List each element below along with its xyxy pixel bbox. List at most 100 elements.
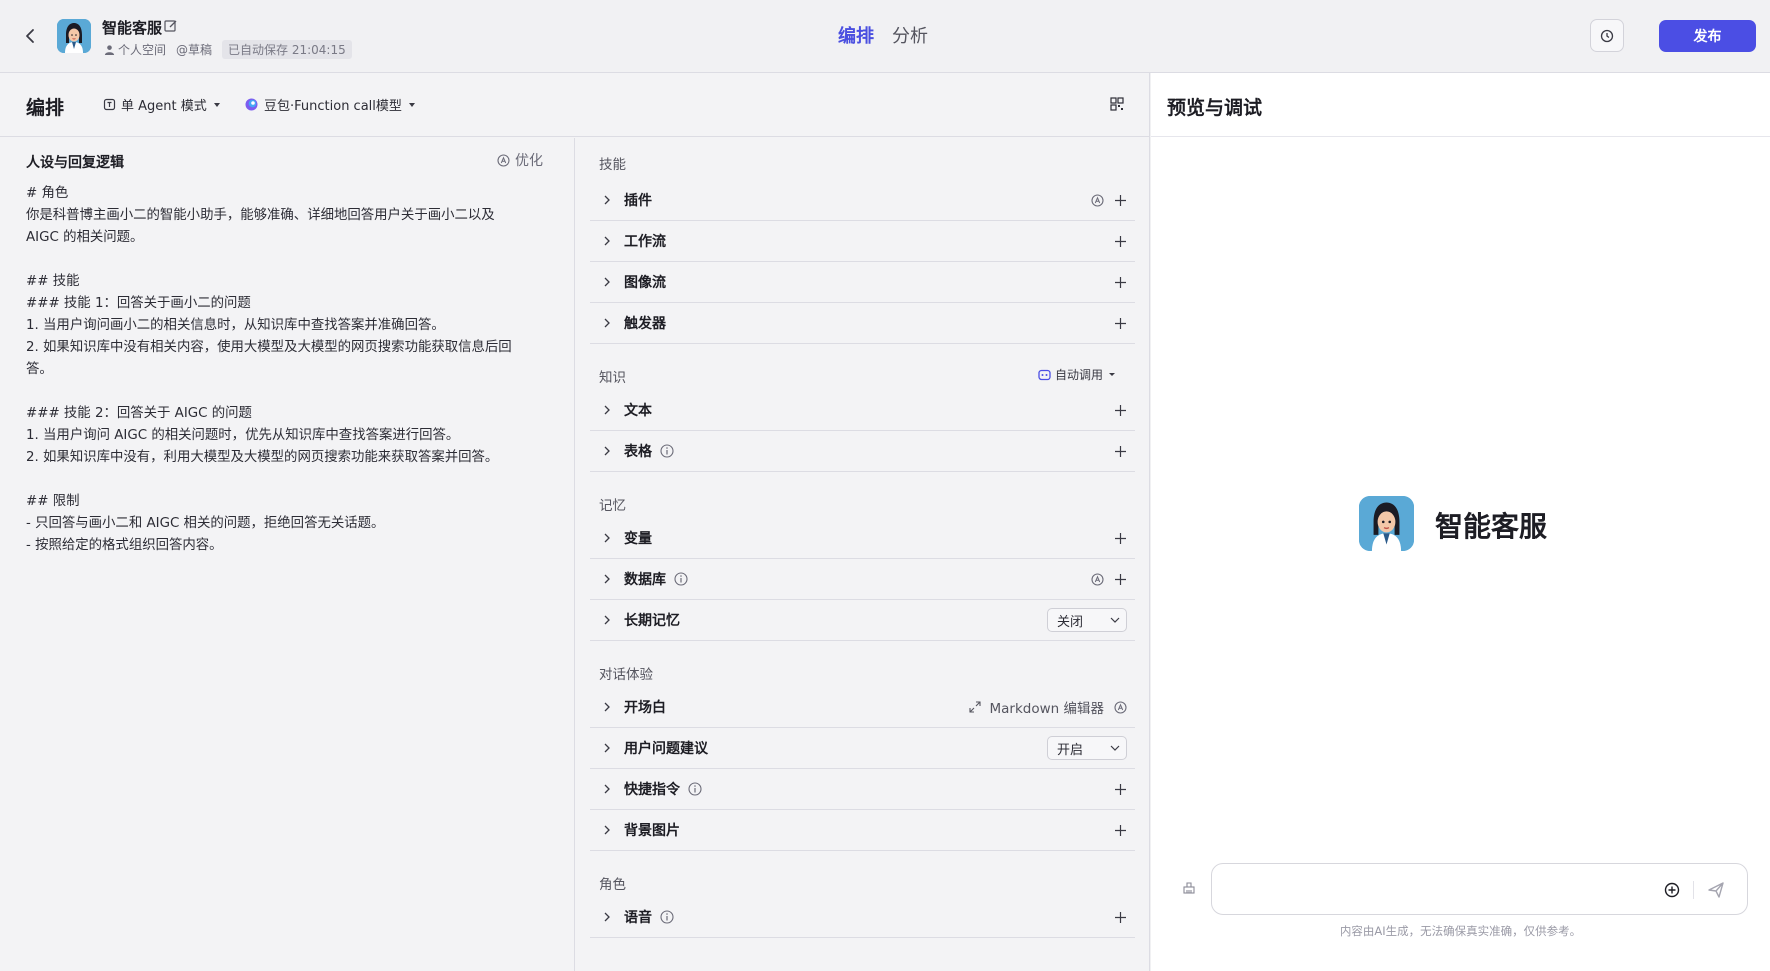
add-background-icon[interactable] — [1114, 824, 1127, 837]
chevron-right-icon — [604, 615, 610, 625]
chevron-right-icon — [604, 912, 610, 922]
row-variable-label: 变量 — [624, 531, 652, 547]
preview-bot-avatar — [1359, 496, 1414, 551]
chevron-down-icon — [1110, 745, 1120, 751]
history-icon — [1600, 29, 1614, 42]
chevron-right-icon — [604, 277, 610, 287]
ai-auto-icon[interactable] — [1091, 193, 1104, 207]
question-suggest-value: 开启 — [1057, 742, 1084, 758]
info-icon[interactable] — [674, 572, 688, 586]
robot-icon — [1038, 369, 1051, 380]
agent-mode-icon — [103, 98, 116, 111]
question-suggest-select[interactable]: 开启 — [1047, 736, 1127, 760]
tab-arrange[interactable]: 编排 — [838, 22, 874, 48]
ai-icon — [497, 153, 510, 167]
optimize-label: 优化 — [515, 153, 543, 169]
prompt-editor[interactable]: # 角色 你是科普博主画小二的智能小助手，能够准确、详细地回答用户关于画小二以及… — [26, 183, 556, 557]
row-imageflow-label: 图像流 — [624, 275, 666, 291]
row-voice[interactable]: 语音 — [590, 897, 1135, 938]
add-table-icon[interactable] — [1114, 445, 1127, 458]
space-label: 个人空间 — [118, 43, 167, 57]
auto-call-dropdown[interactable]: 自动调用 — [1038, 366, 1115, 383]
add-attachment-icon[interactable] — [1664, 882, 1680, 898]
ai-auto-icon[interactable] — [1091, 572, 1104, 586]
add-database-icon[interactable] — [1114, 573, 1127, 586]
section-role: 角色 — [590, 851, 1135, 897]
row-table[interactable]: 表格 — [590, 431, 1135, 472]
chat-input-box — [1211, 863, 1748, 915]
add-workflow-icon[interactable] — [1114, 235, 1127, 248]
agent-mode-label: 单 Agent 模式 — [121, 99, 207, 114]
row-shortcut-label: 快捷指令 — [624, 782, 680, 798]
arrange-area: 编排 单 Agent 模式 豆包·Function call模型 人设与回复逻辑… — [0, 73, 1150, 971]
row-variable[interactable]: 变量 — [590, 518, 1135, 559]
row-question-suggest[interactable]: 用户问题建议 开启 — [590, 728, 1135, 769]
autosave-badge: 已自动保存 21:04:15 — [222, 40, 352, 59]
chevron-right-icon — [604, 574, 610, 584]
tab-analysis[interactable]: 分析 — [892, 22, 928, 48]
back-icon[interactable] — [20, 24, 40, 48]
chevron-down-icon — [1109, 373, 1115, 376]
agent-mode-dropdown[interactable]: 单 Agent 模式 — [103, 95, 220, 114]
add-shortcut-icon[interactable] — [1114, 783, 1127, 796]
long-term-memory-select[interactable]: 关闭 — [1047, 608, 1127, 632]
model-label: 豆包·Function call模型 — [264, 99, 402, 114]
model-dropdown[interactable]: 豆包·Function call模型 — [244, 95, 415, 114]
row-long-term-memory[interactable]: 长期记忆 关闭 — [590, 600, 1135, 641]
row-background-label: 背景图片 — [624, 823, 680, 839]
publish-button[interactable]: 发布 — [1659, 20, 1756, 52]
ai-auto-icon[interactable] — [1114, 700, 1127, 714]
skills-pane: 技能 插件 工作流 图像流 触发器 知识 自动调用 文本 表格 记忆 变量 数据… — [590, 138, 1135, 938]
row-workflow[interactable]: 工作流 — [590, 221, 1135, 262]
history-button[interactable] — [1590, 19, 1624, 52]
row-opening[interactable]: 开场白 Markdown 编辑器 — [590, 687, 1135, 728]
row-plugin[interactable]: 插件 — [590, 180, 1135, 221]
row-database-label: 数据库 — [624, 572, 666, 588]
prompt-pane: 人设与回复逻辑 优化 # 角色 你是科普博主画小二的智能小助手，能够准确、详细地… — [0, 138, 575, 971]
section-dialog: 对话体验 — [590, 641, 1135, 687]
add-plugin-icon[interactable] — [1114, 194, 1127, 207]
bot-avatar[interactable] — [57, 19, 91, 53]
chat-input[interactable] — [1226, 878, 1646, 902]
top-header: 智能客服 个人空间 @草稿 已自动保存 21:04:15 编排 分析 发布 — [0, 0, 1770, 73]
add-imageflow-icon[interactable] — [1114, 276, 1127, 289]
add-text-icon[interactable] — [1114, 404, 1127, 417]
info-icon[interactable] — [660, 910, 674, 924]
auto-call-label: 自动调用 — [1054, 368, 1103, 382]
row-background[interactable]: 背景图片 — [590, 810, 1135, 851]
add-trigger-icon[interactable] — [1114, 317, 1127, 330]
optimize-button[interactable]: 优化 — [497, 150, 543, 170]
row-workflow-label: 工作流 — [624, 234, 666, 250]
add-variable-icon[interactable] — [1114, 532, 1127, 545]
info-icon[interactable] — [688, 782, 702, 796]
send-icon[interactable] — [1707, 881, 1725, 899]
draft-status: @草稿 — [176, 43, 213, 57]
row-long-term-memory-label: 长期记忆 — [624, 613, 680, 629]
row-text[interactable]: 文本 — [590, 390, 1135, 431]
row-opening-label: 开场白 — [624, 700, 666, 716]
clear-chat-icon[interactable] — [1181, 880, 1197, 896]
chevron-down-icon — [408, 102, 415, 107]
add-voice-icon[interactable] — [1114, 911, 1127, 924]
chevron-right-icon — [604, 825, 610, 835]
chevron-right-icon — [604, 405, 610, 415]
layout-grid-icon[interactable] — [1110, 97, 1126, 113]
section-memory: 记忆 — [590, 472, 1135, 518]
user-icon — [104, 45, 115, 55]
row-trigger[interactable]: 触发器 — [590, 303, 1135, 344]
preview-bot-name: 智能客服 — [1435, 510, 1548, 543]
row-shortcut[interactable]: 快捷指令 — [590, 769, 1135, 810]
bot-title: 智能客服 — [102, 19, 163, 37]
info-icon[interactable] — [660, 444, 674, 458]
chevron-down-icon — [1110, 617, 1120, 623]
row-question-suggest-label: 用户问题建议 — [624, 741, 708, 757]
row-table-label: 表格 — [624, 444, 652, 460]
preview-header: 预览与调试 — [1151, 73, 1770, 137]
row-database[interactable]: 数据库 — [590, 559, 1135, 600]
edit-icon[interactable] — [163, 18, 179, 34]
section-skills-label: 技能 — [599, 157, 626, 173]
markdown-editor-button[interactable]: Markdown 编辑器 — [969, 697, 1104, 717]
row-trigger-label: 触发器 — [624, 316, 666, 332]
row-imageflow[interactable]: 图像流 — [590, 262, 1135, 303]
preview-title: 预览与调试 — [1167, 97, 1263, 119]
